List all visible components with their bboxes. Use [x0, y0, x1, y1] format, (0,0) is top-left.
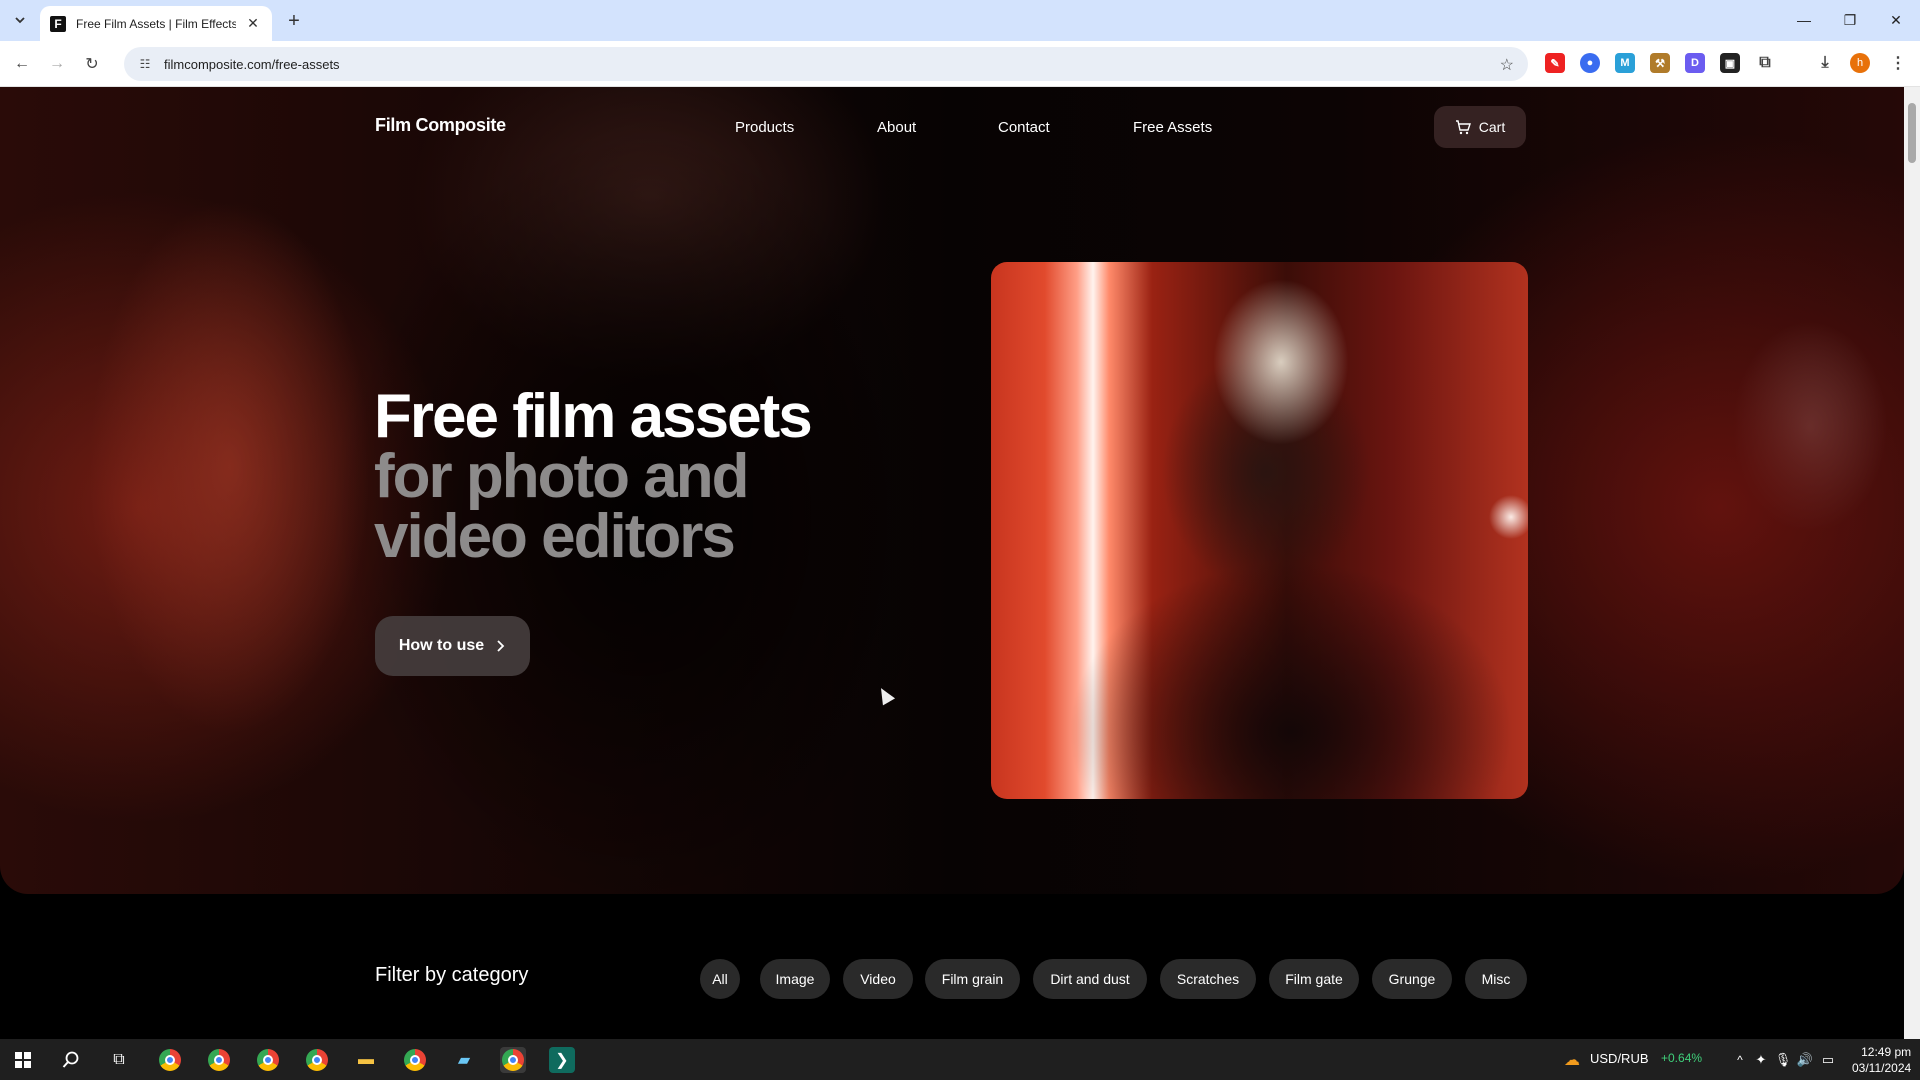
- filter-by-category-heading: Filter by category: [375, 964, 529, 986]
- site-favicon-icon: F: [50, 15, 66, 32]
- windows-taskbar: ⧉ ▬ ▰ ❯ ☁ USD/RUB +0.64% ^ ✦ 🎙 🔊 ▭ 12:49…: [0, 1039, 1920, 1080]
- how-to-use-button[interactable]: How to use: [375, 616, 530, 676]
- ticker-change[interactable]: +0.64%: [1661, 1051, 1702, 1065]
- category-chip-image[interactable]: Image: [760, 959, 830, 999]
- browser-tab-active[interactable]: F Free Film Assets | Film Effects fo ✕: [40, 6, 272, 41]
- tab-title: Free Film Assets | Film Effects fo: [76, 16, 236, 31]
- hero-headline-line3: video editors: [374, 502, 736, 571]
- downloads-icon[interactable]: ⤓: [1815, 53, 1835, 73]
- file-explorer-icon[interactable]: ▬: [353, 1047, 379, 1073]
- nav-free-assets[interactable]: Free Assets: [1133, 119, 1212, 136]
- taskbar-clock[interactable]: 12:49 pm 03/11/2024: [1852, 1044, 1911, 1076]
- cart-icon: [1455, 120, 1471, 135]
- nav-contact[interactable]: Contact: [998, 119, 1050, 136]
- profile-avatar[interactable]: h: [1850, 53, 1870, 73]
- restore-window-icon[interactable]: ❐: [1830, 6, 1870, 34]
- scrollbar-thumb[interactable]: [1908, 103, 1916, 163]
- nav-products[interactable]: Products: [735, 119, 794, 136]
- chrome-taskbar-icon-3[interactable]: [255, 1047, 281, 1073]
- weather-widget-icon[interactable]: ☁: [1559, 1047, 1585, 1073]
- site-settings-icon[interactable]: ☷: [136, 55, 154, 73]
- new-tab-plus-icon[interactable]: +: [282, 9, 306, 33]
- search-icon[interactable]: [58, 1047, 84, 1073]
- nav-about[interactable]: About: [877, 119, 916, 136]
- category-chip-scratches[interactable]: Scratches: [1160, 959, 1256, 999]
- hero-headline: Free film assets for photo and video edi…: [374, 382, 813, 571]
- extension-pen-icon[interactable]: ✎: [1545, 53, 1565, 73]
- chrome-taskbar-icon-5[interactable]: [402, 1047, 428, 1073]
- chrome-taskbar-icon-active[interactable]: [500, 1047, 526, 1073]
- cart-button[interactable]: Cart: [1434, 106, 1526, 148]
- tab-search-chevron-icon[interactable]: [8, 8, 32, 32]
- close-tab-icon[interactable]: ✕: [244, 15, 262, 33]
- category-chip-grunge[interactable]: Grunge: [1372, 959, 1452, 999]
- extension-circle-icon[interactable]: ●: [1580, 53, 1600, 73]
- extensions-puzzle-icon[interactable]: ⧉: [1755, 53, 1775, 73]
- page-scrollbar[interactable]: [1904, 87, 1920, 1039]
- extension-tools-icon[interactable]: ⚒: [1650, 53, 1670, 73]
- category-chip-film-gate[interactable]: Film gate: [1269, 959, 1359, 999]
- how-to-use-label: How to use: [398, 637, 485, 654]
- chrome-taskbar-icon-1[interactable]: [157, 1047, 183, 1073]
- site-logo[interactable]: Film Composite: [375, 115, 506, 136]
- category-chip-video[interactable]: Video: [843, 959, 913, 999]
- hero-headline-line1: Free film assets: [374, 382, 813, 451]
- clock-time: 12:49 pm: [1861, 1045, 1912, 1059]
- category-chip-film-grain[interactable]: Film grain: [925, 959, 1020, 999]
- terminal-app-icon[interactable]: ❯: [549, 1047, 575, 1073]
- browser-tab-strip: F Free Film Assets | Film Effects fo ✕ +…: [0, 0, 1920, 41]
- reload-icon[interactable]: ↻: [78, 50, 106, 78]
- address-bar[interactable]: ☷ filmcomposite.com/free-assets ☆: [124, 47, 1528, 81]
- chrome-taskbar-icon-4[interactable]: [304, 1047, 330, 1073]
- notepad-app-icon[interactable]: ▰: [451, 1047, 477, 1073]
- network-icon[interactable]: ▭: [1815, 1047, 1841, 1073]
- browser-toolbar: ← → ↻ ☷ filmcomposite.com/free-assets ☆ …: [0, 41, 1920, 87]
- extension-square-icon[interactable]: ▣: [1720, 53, 1740, 73]
- ticker-pair[interactable]: USD/RUB: [1590, 1051, 1649, 1066]
- hero-portrait-image: [991, 262, 1528, 799]
- forward-arrow-icon[interactable]: →: [43, 50, 71, 78]
- cart-label: Cart: [1478, 119, 1506, 135]
- chevron-right-icon: [497, 640, 505, 652]
- browser-menu-icon[interactable]: ⋮: [1888, 53, 1908, 73]
- bookmark-star-icon[interactable]: ☆: [1500, 55, 1514, 75]
- category-chip-misc[interactable]: Misc: [1465, 959, 1527, 999]
- extension-m-icon[interactable]: M: [1615, 53, 1635, 73]
- task-view-icon[interactable]: ⧉: [106, 1047, 132, 1073]
- hero-headline-line2: for photo and: [374, 442, 749, 511]
- web-page: Film Composite Products About Contact Fr…: [0, 87, 1904, 1039]
- address-bar-url[interactable]: filmcomposite.com/free-assets: [164, 57, 340, 72]
- extension-d-icon[interactable]: D: [1685, 53, 1705, 73]
- minimize-window-icon[interactable]: —: [1784, 6, 1824, 34]
- close-window-icon[interactable]: ✕: [1876, 6, 1916, 34]
- category-chip-all[interactable]: All: [700, 959, 740, 999]
- back-arrow-icon[interactable]: ←: [8, 50, 36, 78]
- clock-date: 03/11/2024: [1852, 1061, 1912, 1075]
- category-chip-dirt-and-dust[interactable]: Dirt and dust: [1033, 959, 1147, 999]
- chrome-taskbar-icon-2[interactable]: [206, 1047, 232, 1073]
- hero-section: Film Composite Products About Contact Fr…: [0, 87, 1904, 894]
- windows-start-icon[interactable]: [10, 1047, 36, 1073]
